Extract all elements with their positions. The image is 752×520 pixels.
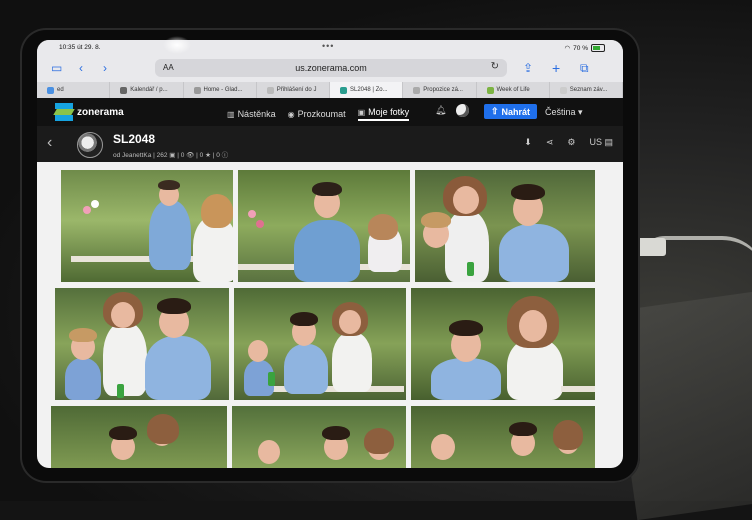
tab-strip: ed Kalendář / p... Home - Glad... Přihlá… bbox=[37, 82, 623, 98]
status-right: ◠ 70 % bbox=[564, 44, 605, 52]
status-time: 10:35 út 29. 8. bbox=[59, 44, 101, 51]
bell-icon[interactable]: 🔔︎ bbox=[435, 105, 446, 116]
share-nodes-icon[interactable]: ⋖ bbox=[546, 137, 554, 148]
back-chevron-icon[interactable]: ‹ bbox=[47, 134, 52, 152]
forward-icon[interactable]: › bbox=[103, 61, 107, 75]
nav-label: Nástěnka bbox=[237, 109, 276, 119]
wifi-icon: ◠ bbox=[564, 45, 571, 52]
slideshow-icon: ▤ bbox=[604, 137, 613, 147]
photo-thumbnail[interactable] bbox=[234, 288, 406, 400]
album-tools: ⬇ ⋖ ⚙ US ▤ bbox=[524, 137, 613, 148]
back-icon[interactable]: ‹ bbox=[79, 61, 83, 75]
nav-explore[interactable]: ◉ Prozkoumat bbox=[288, 107, 346, 121]
tab-2[interactable]: Home - Glad... bbox=[184, 82, 257, 98]
battery-percent: 70 % bbox=[573, 44, 588, 52]
tab-6[interactable]: Week of Life bbox=[477, 82, 550, 98]
photo-thumbnail[interactable] bbox=[55, 288, 229, 400]
tab-5[interactable]: Propozice zá... bbox=[403, 82, 477, 98]
upload-button[interactable]: ⇧ Nahrát bbox=[484, 104, 538, 119]
new-tab-icon[interactable]: + bbox=[552, 61, 560, 75]
tablet-screen: 10:35 út 29. 8. ••• ◠ 70 % ▭ ‹ › AA us.z… bbox=[37, 40, 623, 468]
user-avatar-globe[interactable] bbox=[456, 104, 469, 117]
url-text: us.zonerama.com bbox=[295, 63, 367, 73]
cable-plug bbox=[636, 238, 666, 256]
photo-thumbnail[interactable] bbox=[51, 406, 227, 468]
tab-4[interactable]: SL2048 | Zo... bbox=[330, 82, 404, 98]
nav-label: Prozkoumat bbox=[297, 109, 346, 119]
gear-icon[interactable]: ⚙ bbox=[567, 137, 575, 148]
photo-thumbnail[interactable] bbox=[238, 170, 410, 282]
multitask-dots-icon[interactable]: ••• bbox=[322, 41, 334, 51]
album-meta: od JeanettKa | 262 ▣ | 0 👁 | 0 ★ | 0 ⓘ bbox=[113, 152, 229, 159]
logo-text: zonerama bbox=[77, 106, 124, 118]
tab-label: Week of Life bbox=[496, 87, 530, 93]
tab-label: Seznam záv... bbox=[569, 87, 608, 93]
region-label[interactable]: US ▤ bbox=[589, 137, 613, 148]
photo-thumbnail[interactable] bbox=[232, 406, 406, 468]
album-avatar[interactable] bbox=[77, 132, 103, 158]
tab-label: Home - Glad... bbox=[203, 87, 243, 93]
tab-7[interactable]: Seznam záv... bbox=[550, 82, 623, 98]
tab-label: SL2048 | Zo... bbox=[350, 87, 388, 93]
share-icon[interactable]: ⇪ bbox=[523, 61, 533, 75]
upload-label: Nahrát bbox=[501, 106, 531, 117]
upload-icon: ⇧ bbox=[491, 106, 499, 116]
camera-glare bbox=[163, 36, 191, 54]
chart-icon: ▥ bbox=[227, 109, 235, 119]
tab-3[interactable]: Přihlášení do J bbox=[257, 82, 330, 98]
nav-links: ▥ Nástěnka ◉ Prozkoumat ▣ Moje fotky bbox=[227, 107, 410, 121]
tabs-overview-icon[interactable]: ⧉ bbox=[580, 61, 589, 75]
browser-toolbar: ▭ ‹ › AA us.zonerama.com ↻ ⇪ + ⧉ bbox=[37, 56, 623, 82]
photo-thumbnail[interactable] bbox=[61, 170, 233, 282]
nav-label: Moje fotky bbox=[368, 107, 410, 117]
language-select[interactable]: Čeština ▾ bbox=[545, 107, 583, 118]
photo-thumbnail[interactable] bbox=[415, 170, 595, 282]
tab-label: ed bbox=[57, 87, 64, 93]
album-title: SL2048 bbox=[113, 132, 156, 146]
photo-grid bbox=[45, 166, 611, 468]
photos-icon: ▣ bbox=[357, 107, 366, 117]
album-header: ‹ SL2048 od JeanettKa | 262 ▣ | 0 👁 | 0 … bbox=[37, 126, 623, 162]
download-icon[interactable]: ⬇ bbox=[524, 137, 532, 148]
tab-label: Kalendář / p... bbox=[130, 87, 168, 93]
language-label: Čeština bbox=[545, 107, 576, 117]
tab-label: Propozice zá... bbox=[423, 87, 463, 93]
zonerama-logo-icon bbox=[53, 103, 75, 121]
site-navigation: zonerama ▥ Nástěnka ◉ Prozkoumat ▣ Moje fot… bbox=[37, 98, 623, 126]
nav-dashboard[interactable]: ▥ Nástěnka bbox=[227, 107, 276, 121]
tab-0[interactable]: ed bbox=[37, 82, 111, 98]
compass-icon: ◉ bbox=[287, 109, 295, 119]
photo-thumbnail[interactable] bbox=[411, 406, 595, 468]
tab-label: Přihlášení do J bbox=[276, 87, 317, 93]
nav-my-photos[interactable]: ▣ Moje fotky bbox=[357, 107, 410, 121]
status-bar: 10:35 út 29. 8. ••• ◠ 70 % bbox=[37, 40, 623, 56]
sidebar-icon[interactable]: ▭ bbox=[51, 61, 62, 75]
tab-1[interactable]: Kalendář / p... bbox=[110, 82, 184, 98]
chevron-down-icon: ▾ bbox=[578, 107, 583, 117]
address-bar[interactable]: AA us.zonerama.com ↻ bbox=[155, 59, 507, 77]
reload-icon[interactable]: ↻ bbox=[491, 61, 499, 72]
zonerama-logo[interactable]: zonerama bbox=[53, 103, 124, 121]
photo-thumbnail[interactable] bbox=[411, 288, 595, 400]
battery-icon bbox=[591, 44, 605, 52]
